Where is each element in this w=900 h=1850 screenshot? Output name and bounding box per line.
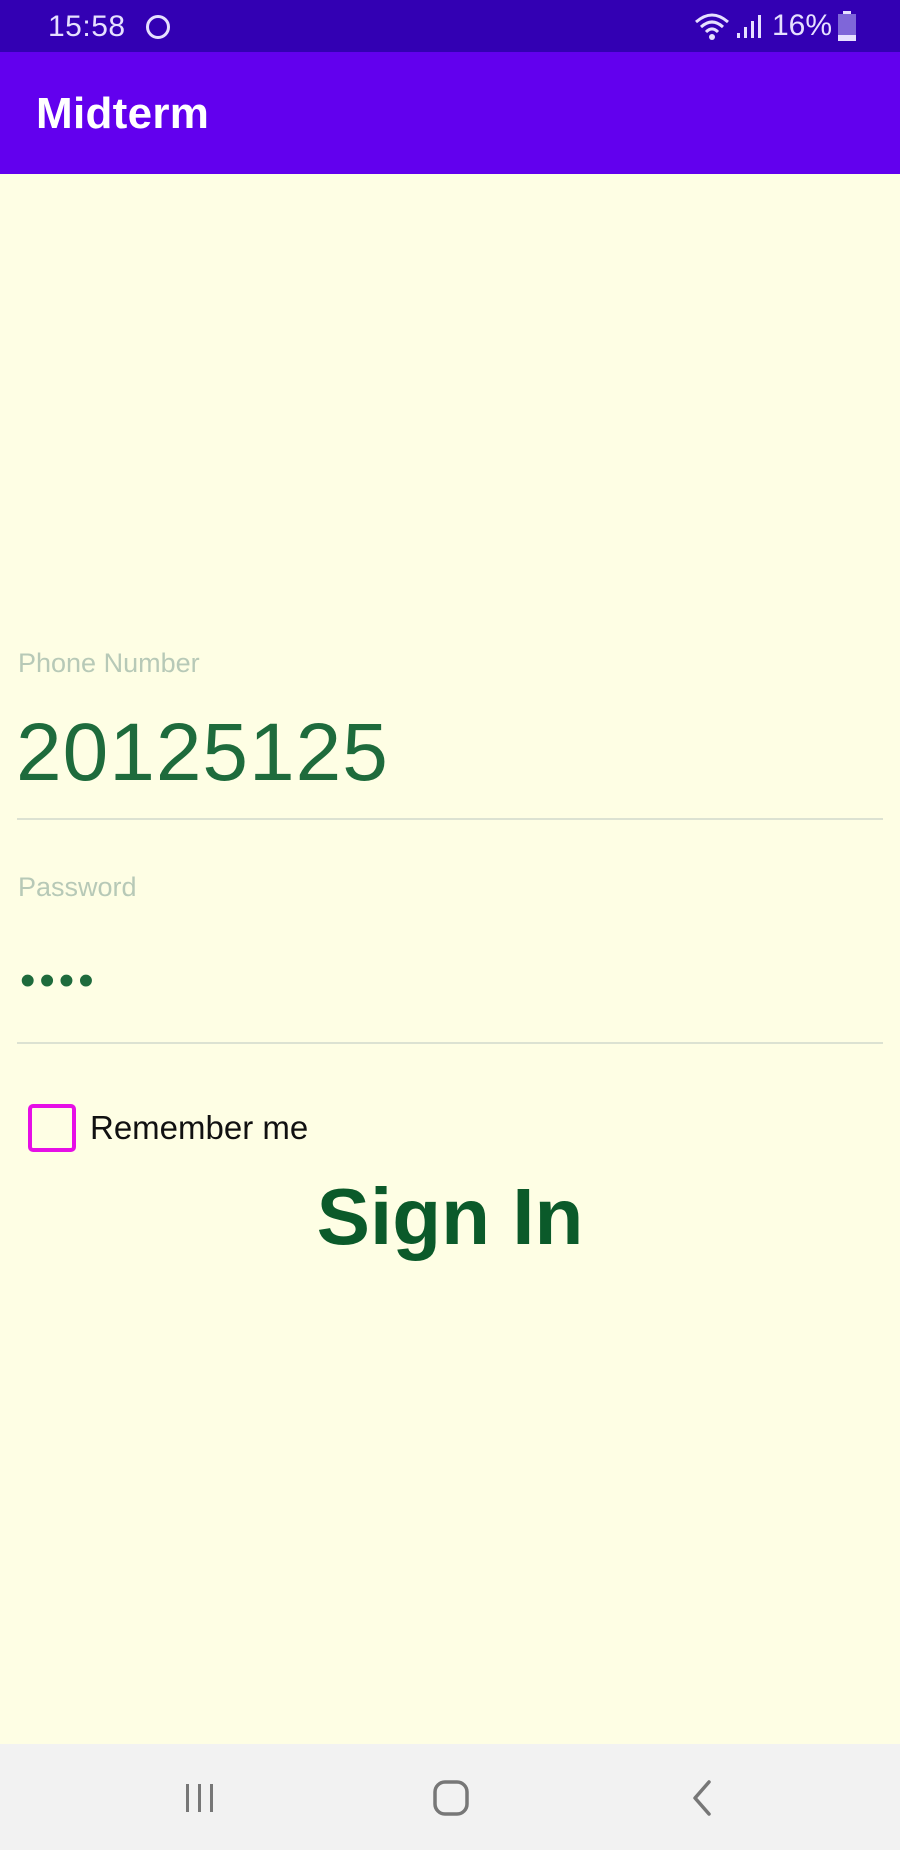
checkbox-icon[interactable] — [28, 1104, 76, 1152]
password-input[interactable]: •••• — [20, 956, 98, 1006]
status-time: 15:58 — [48, 10, 126, 43]
signal-icon — [736, 13, 762, 39]
wifi-icon — [694, 11, 730, 41]
status-icons: 16% — [694, 8, 856, 44]
password-underline — [17, 1042, 883, 1044]
phone-number-underline — [17, 818, 883, 820]
circle-icon — [146, 15, 170, 39]
app-title: Midterm — [36, 89, 210, 138]
remember-me-label[interactable]: Remember me — [90, 1109, 308, 1147]
password-label: Password — [18, 872, 137, 902]
back-icon[interactable] — [672, 1770, 732, 1826]
remember-me-checkbox[interactable]: Remember me — [28, 1104, 308, 1152]
login-form: Phone Number 20125125 Password •••• Reme… — [0, 174, 900, 1744]
battery-icon — [838, 11, 856, 41]
status-bar: 15:58 16% — [0, 0, 900, 52]
navigation-bar — [0, 1744, 900, 1850]
app-bar: Midterm — [0, 52, 900, 174]
phone-number-input[interactable]: 20125125 — [16, 706, 389, 800]
recents-icon[interactable] — [170, 1770, 230, 1826]
battery-percent: 16% — [771, 9, 832, 42]
phone-number-label: Phone Number — [18, 648, 200, 678]
home-icon[interactable] — [421, 1770, 481, 1826]
sign-in-button[interactable]: Sign In — [0, 1162, 900, 1272]
